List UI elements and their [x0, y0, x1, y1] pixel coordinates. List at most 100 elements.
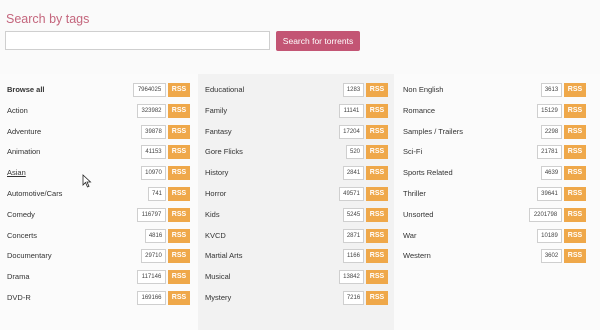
tag-count-badge: 39641 [537, 187, 562, 201]
rss-button[interactable]: RSS [564, 166, 586, 181]
tag-link[interactable]: Thriller [403, 189, 426, 198]
tag-count-badge: 520 [346, 145, 364, 160]
rss-button[interactable]: RSS [366, 166, 388, 181]
tag-link[interactable]: Automotive/Cars [7, 189, 62, 198]
tag-link[interactable]: Non English [403, 85, 443, 94]
rss-button[interactable]: RSS [366, 124, 388, 139]
rss-button[interactable]: RSS [366, 249, 388, 264]
tag-link[interactable]: History [205, 168, 228, 177]
tag-count-badge: 10970 [141, 166, 166, 181]
tag-row: Musical 13842 RSS [198, 269, 394, 285]
rss-button[interactable]: RSS [168, 249, 190, 264]
tag-link[interactable]: Western [403, 251, 431, 260]
tag-row: Martial Arts 1166 RSS [198, 248, 394, 264]
rss-button[interactable]: RSS [564, 228, 586, 243]
tag-link[interactable]: Browse all [7, 85, 45, 94]
tag-link[interactable]: Adventure [7, 127, 41, 136]
tag-link[interactable]: Action [7, 106, 28, 115]
tags-column-3: Non English 3613 RSS Romance 15129 RSS Samples… [394, 74, 600, 330]
tag-link[interactable]: Comedy [7, 210, 35, 219]
rss-button[interactable]: RSS [168, 103, 190, 118]
tag-link[interactable]: Gore Flicks [205, 147, 243, 156]
tag-link[interactable]: Mystery [205, 293, 231, 302]
tag-row: Automotive/Cars 741 RSS [0, 186, 198, 202]
rss-button[interactable]: RSS [168, 291, 190, 305]
tag-count-badge: 2841 [343, 166, 364, 181]
rss-button[interactable]: RSS [564, 207, 586, 222]
tag-row: Mystery 7216 RSS [198, 290, 394, 306]
rss-button[interactable]: RSS [168, 270, 190, 285]
rss-button[interactable]: RSS [168, 145, 190, 160]
tag-row: KVCD 2871 RSS [198, 228, 394, 244]
tag-count-badge: 117146 [137, 270, 166, 285]
tag-count-badge: 21781 [537, 145, 562, 160]
rss-button[interactable]: RSS [366, 83, 388, 97]
tag-link[interactable]: Martial Arts [205, 251, 243, 260]
tag-count-badge: 169166 [137, 291, 166, 305]
rss-button[interactable]: RSS [168, 83, 190, 97]
rss-button[interactable]: RSS [366, 207, 388, 222]
tag-link[interactable]: Romance [403, 106, 435, 115]
rss-button[interactable]: RSS [366, 103, 388, 118]
rss-button[interactable]: RSS [168, 187, 190, 201]
tag-row: Sports Related 4639 RSS [394, 165, 600, 181]
tags-grid: Browse all 7964025 RSS Action 323982 RSS Adven… [0, 74, 600, 330]
rss-button[interactable]: RSS [366, 270, 388, 285]
tag-link[interactable]: Horror [205, 189, 226, 198]
mouse-cursor-icon [82, 174, 92, 188]
tag-link[interactable]: Animation [7, 147, 40, 156]
tag-link[interactable]: Family [205, 106, 227, 115]
rss-button[interactable]: RSS [564, 103, 586, 118]
tag-link[interactable]: Educational [205, 85, 244, 94]
search-torrents-button[interactable]: Search for torrents [276, 31, 360, 51]
tag-count-badge: 10189 [537, 228, 562, 243]
rss-button[interactable]: RSS [366, 228, 388, 243]
tag-row: Drama 117146 RSS [0, 269, 198, 285]
rss-button[interactable]: RSS [564, 145, 586, 160]
rss-button[interactable]: RSS [168, 166, 190, 181]
tag-row: War 10189 RSS [394, 228, 600, 244]
rss-button[interactable]: RSS [366, 291, 388, 305]
rss-button[interactable]: RSS [564, 83, 586, 97]
tag-row: Documentary 29710 RSS [0, 248, 198, 264]
tag-count-badge: 2871 [343, 228, 364, 243]
tag-link[interactable]: Asian [7, 168, 26, 177]
tag-link[interactable]: Concerts [7, 231, 37, 240]
tag-row: Non English 3613 RSS [394, 82, 600, 98]
tag-count-badge: 4639 [541, 166, 562, 181]
tag-link[interactable]: DVD-R [7, 293, 31, 302]
tag-link[interactable]: Unsorted [403, 210, 433, 219]
tag-link[interactable]: War [403, 231, 416, 240]
tag-row: Kids 5245 RSS [198, 207, 394, 223]
tag-link[interactable]: Samples / Trailers [403, 127, 463, 136]
tag-link[interactable]: KVCD [205, 231, 226, 240]
rss-button[interactable]: RSS [366, 145, 388, 160]
tag-count-badge: 1166 [343, 249, 364, 264]
tag-count-badge: 5245 [343, 207, 364, 222]
tag-row: Animation 41153 RSS [0, 144, 198, 160]
tag-link[interactable]: Documentary [7, 251, 52, 260]
rss-button[interactable]: RSS [564, 124, 586, 139]
tag-row: Western 3602 RSS [394, 248, 600, 264]
tag-row: Samples / Trailers 2298 RSS [394, 124, 600, 140]
tag-link[interactable]: Fantasy [205, 127, 232, 136]
tag-count-badge: 323982 [137, 103, 166, 118]
tag-count-badge: 7964025 [133, 83, 166, 97]
tag-count-badge: 13842 [339, 270, 364, 285]
tag-count-badge: 17204 [339, 124, 364, 139]
tag-link[interactable]: Drama [7, 272, 30, 281]
tag-count-badge: 4816 [145, 228, 166, 243]
tag-link[interactable]: Musical [205, 272, 230, 281]
rss-button[interactable]: RSS [168, 207, 190, 222]
rss-button[interactable]: RSS [366, 187, 388, 201]
tag-link[interactable]: Sports Related [403, 168, 453, 177]
tag-count-badge: 15129 [537, 103, 562, 118]
rss-button[interactable]: RSS [168, 124, 190, 139]
rss-button[interactable]: RSS [168, 228, 190, 243]
tag-count-badge: 41153 [141, 145, 166, 160]
tag-link[interactable]: Kids [205, 210, 220, 219]
rss-button[interactable]: RSS [564, 249, 586, 264]
tags-search-input[interactable] [5, 31, 270, 50]
tag-link[interactable]: Sci-Fi [403, 147, 422, 156]
rss-button[interactable]: RSS [564, 187, 586, 201]
